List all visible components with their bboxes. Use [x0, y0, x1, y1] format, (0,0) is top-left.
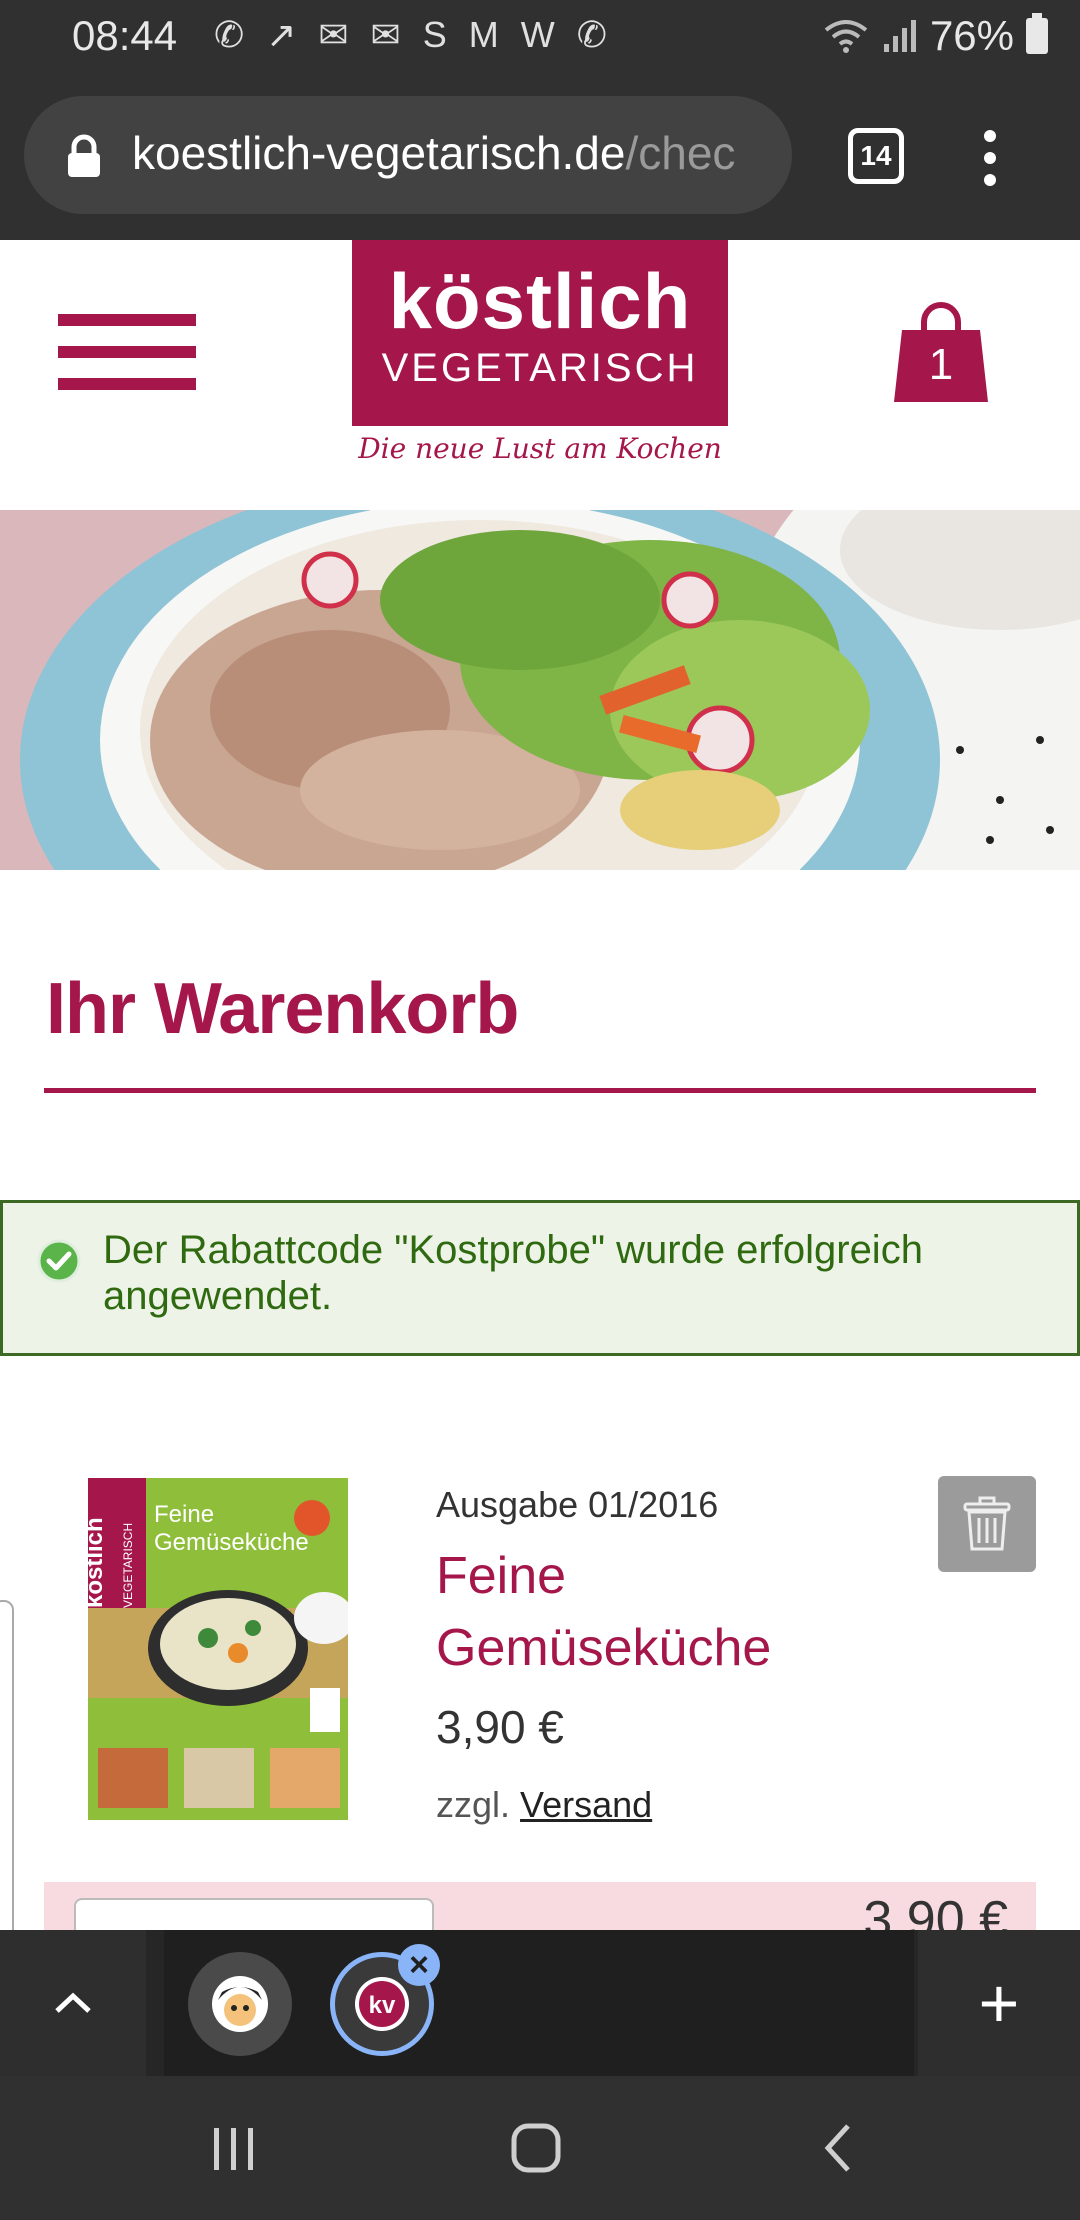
- tab-strip: kv × +: [0, 1930, 1080, 2076]
- logo-main-text: köstlich: [388, 257, 692, 345]
- chevron-up-icon: [55, 1992, 91, 2013]
- browser-toolbar: koestlich-vegetarisch.de/chec 14: [0, 74, 1080, 240]
- cart-count[interactable]: 1: [892, 340, 990, 390]
- whatsapp-icon: ✆: [214, 14, 245, 55]
- mail-icon: ✉: [370, 14, 401, 55]
- success-notice: Der Rabattcode "Kostprobe" wurde erfolgr…: [0, 1200, 1080, 1356]
- cover-brand-sub: VEGETARISCH: [121, 1523, 135, 1608]
- cartoon-face-icon: [212, 1976, 268, 2032]
- wifi-icon: [824, 20, 868, 53]
- address-bar[interactable]: koestlich-vegetarisch.de/chec: [24, 96, 792, 214]
- url-text: koestlich-vegetarisch.de/chec: [132, 126, 735, 180]
- total-value: 3,90 €: [863, 1891, 1008, 1932]
- hamburger-menu-icon[interactable]: [58, 314, 196, 390]
- site-favicon-icon: kv: [355, 1977, 409, 2031]
- product-price: 3,90 €: [436, 1701, 564, 1753]
- trash-icon: [963, 1496, 1011, 1551]
- mail-icon: ✉: [318, 14, 349, 55]
- cover-brand-main: köstlich: [88, 1517, 108, 1608]
- site-header: köstlich VEGETARISCH Die neue Lust am Ko…: [0, 240, 1080, 510]
- product-cover-image[interactable]: köstlich VEGETARISCH Feine Gemüseküche: [88, 1478, 348, 1820]
- status-right: 76%: [822, 12, 1048, 60]
- status-bar: 08:44 ✆ ↗ ✉ ✉ S M W ✆ 76%: [0, 0, 1080, 74]
- call-icon: ✆: [576, 14, 607, 55]
- status-time: 08:44: [72, 12, 178, 59]
- overflow-menu-icon[interactable]: [982, 130, 998, 186]
- svg-text:kv: kv: [369, 1992, 396, 2019]
- hero-food-image: [0, 510, 1080, 870]
- success-check-icon: [37, 1239, 81, 1283]
- new-tab-button[interactable]: +: [918, 1930, 1080, 2076]
- home-icon[interactable]: [510, 2122, 562, 2174]
- site-logo[interactable]: köstlich VEGETARISCH: [352, 240, 728, 426]
- url-domain: koestlich-vegetarisch.de: [132, 127, 626, 179]
- notification-icons: ✆ ↗ ✉ ✉ S M W ✆: [214, 14, 607, 56]
- back-icon[interactable]: [820, 2122, 856, 2174]
- url-path: /chec: [625, 127, 736, 179]
- cover-title-line-2: Gemüseküche: [154, 1529, 309, 1556]
- product-title[interactable]: Feine Gemüseküche: [436, 1540, 836, 1684]
- cell-signal-icon: [883, 20, 916, 52]
- product-issue: Ausgabe 01/2016: [436, 1484, 719, 1525]
- shipping-prefix: zzgl.: [436, 1784, 511, 1825]
- tab-switcher-button[interactable]: 14: [848, 128, 904, 184]
- remove-item-button[interactable]: [938, 1476, 1036, 1572]
- cover-title-line-1: Feine: [154, 1501, 214, 1528]
- system-nav-bar: [0, 2076, 1080, 2220]
- lock-icon: [68, 134, 100, 177]
- w-icon: W: [520, 14, 555, 55]
- recent-apps-icon[interactable]: [210, 2126, 258, 2172]
- cart-total-row: 3,90 €: [44, 1882, 1036, 1932]
- page-title: Ihr Warenkorb: [46, 969, 519, 1049]
- tab-thumbnail-1[interactable]: [188, 1952, 292, 2056]
- shipping-note: zzgl. Versand: [436, 1784, 652, 1826]
- collapse-tabs-button[interactable]: [0, 1930, 146, 2076]
- logo-tagline: Die neue Lust am Kochen: [358, 432, 722, 465]
- title-divider: [44, 1088, 1036, 1093]
- notice-text: Der Rabattcode "Kostprobe" wurde erfolgr…: [103, 1228, 923, 1318]
- s-icon: S: [422, 14, 447, 55]
- quantity-field[interactable]: [74, 1898, 434, 1932]
- gmail-icon: M: [468, 14, 499, 55]
- battery-percent: 76%: [929, 12, 1014, 59]
- close-tab-icon[interactable]: ×: [398, 1944, 440, 1986]
- logo-sub-text: VEGETARISCH: [381, 346, 699, 390]
- signal-icon: ↗: [266, 14, 297, 55]
- battery-icon: [1026, 13, 1048, 54]
- shipping-link[interactable]: Versand: [520, 1784, 652, 1825]
